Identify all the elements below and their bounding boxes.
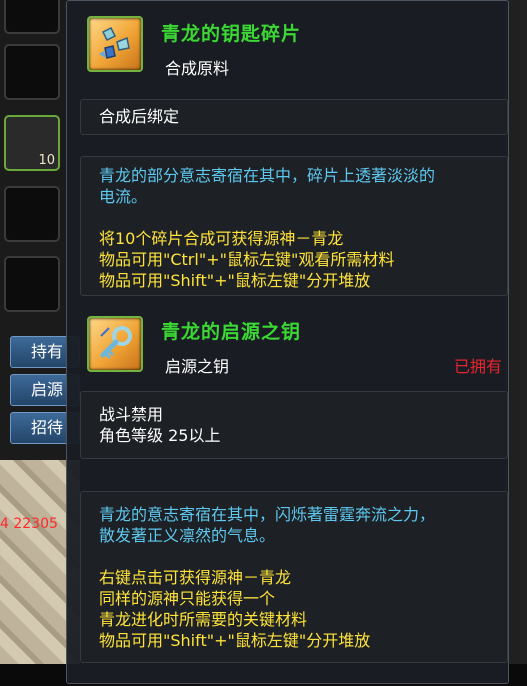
restriction-line: 角色等级 25以上 — [99, 426, 221, 445]
item-name: 青龙的钥匙碎片 — [161, 23, 302, 45]
key-fragment-icon — [87, 16, 143, 72]
inventory-slot-selected[interactable]: 10 — [4, 115, 60, 171]
inventory-slot[interactable] — [4, 186, 60, 242]
description-panel: 青龙的部分意志寄宿在其中，碎片上透著淡淡的 电流。 将10个碎片合成可获得源神－… — [80, 156, 508, 296]
usage-line: 同样的源神只能获得一个 — [99, 589, 276, 608]
map-coordinates: 4 22305 — [0, 516, 58, 532]
item-type: 启源之钥 — [165, 357, 230, 376]
description-line: 青龙的部分意志寄宿在其中，碎片上透著淡淡的 — [99, 166, 436, 185]
restriction-panel: 战斗禁用 角色等级 25以上 — [80, 391, 508, 459]
bind-note: 合成后绑定 — [99, 107, 180, 126]
item-header-key-fragment: 青龙的钥匙碎片 合成原料 — [67, 11, 508, 81]
usage-line: 物品可用"Shift"+"鼠标左键"分开堆放 — [99, 631, 371, 650]
slot-stack-count: 10 — [38, 153, 55, 168]
item-tooltip: 青龙的钥匙碎片 合成原料 合成后绑定 青龙的部分意志寄宿在其中，碎片上透著淡淡的… — [66, 0, 509, 684]
description-panel: 青龙的意志寄宿在其中，闪烁著雷霆奔流之力， 散发著正义凛然的气息。 右键点击可获… — [80, 491, 508, 663]
item-name: 青龙的启源之钥 — [161, 321, 302, 343]
description-line: 青龙的意志寄宿在其中，闪烁著雷霆奔流之力， — [99, 505, 436, 524]
inventory-slot[interactable] — [4, 44, 60, 100]
inventory-slot[interactable] — [4, 256, 60, 312]
description-line: 散发著正义凛然的气息。 — [99, 526, 276, 545]
origin-key-icon — [87, 316, 143, 372]
usage-line: 物品可用"Shift"+"鼠标左键"分开堆放 — [99, 271, 371, 290]
owned-status: 已拥有 — [453, 357, 502, 376]
usage-line: 物品可用"Ctrl"+"鼠标左键"观看所需材料 — [99, 250, 395, 269]
item-type: 合成原料 — [165, 59, 230, 78]
usage-line: 将10个碎片合成可获得源神－青龙 — [99, 229, 344, 248]
restriction-line: 战斗禁用 — [99, 405, 164, 424]
description-line: 电流。 — [99, 187, 148, 206]
inventory-slot[interactable] — [4, 0, 60, 34]
item-header-origin-key: 青龙的启源之钥 启源之钥 已拥有 — [67, 313, 508, 383]
usage-line: 右键点击可获得源神－青龙 — [99, 568, 292, 587]
usage-line: 青龙进化时所需要的关键材料 — [99, 610, 308, 629]
bind-note-panel: 合成后绑定 — [80, 99, 508, 135]
